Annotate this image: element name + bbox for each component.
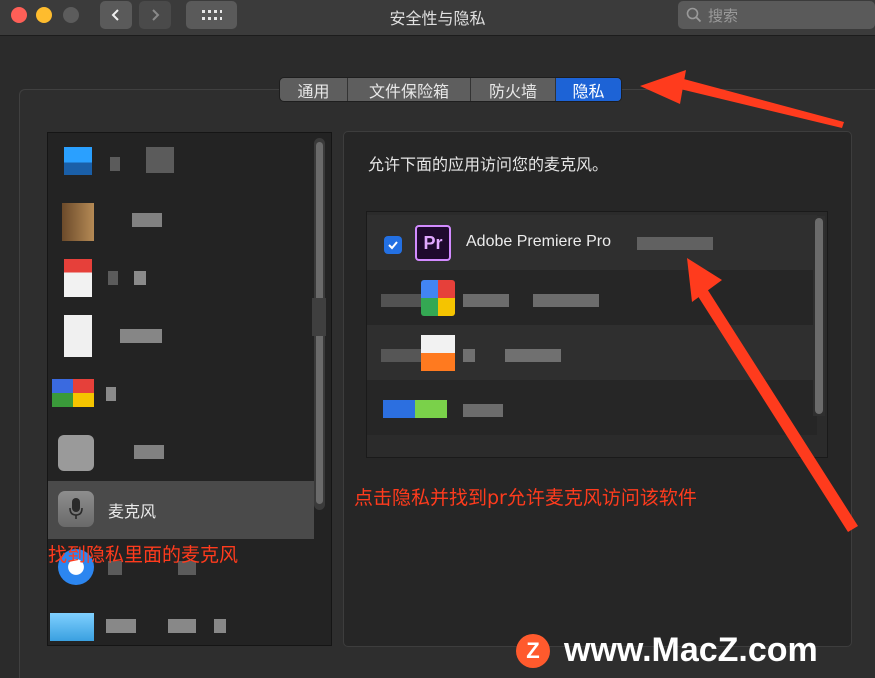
blurred-label (381, 294, 421, 307)
blurred-label (505, 349, 561, 362)
tab-filevault[interactable]: 文件保险箱 (348, 78, 471, 101)
app-row[interactable] (367, 380, 817, 435)
watermark-text: www.MacZ.com (564, 631, 818, 669)
blurred-label (637, 237, 713, 250)
blurred-label (120, 329, 162, 343)
blurred-label (108, 271, 118, 285)
privacy-category-list[interactable]: 麦克风 (47, 132, 332, 646)
tab-bar: 通用 文件保险箱 防火墙 隐私 (279, 77, 622, 102)
annotation-microphone-note: 找到隐私里面的麦克风 (48, 544, 239, 566)
app-row[interactable] (367, 270, 817, 325)
app-icon (64, 315, 92, 357)
annotation-privacy-note: 点击隐私并找到pr允许麦克风访问该软件 (354, 487, 697, 509)
search-placeholder: 搜索 (708, 6, 739, 25)
premiere-pro-icon: Pr (415, 225, 451, 261)
app-list-scrollbar[interactable] (813, 216, 825, 416)
tab-privacy[interactable]: 隐私 (556, 78, 621, 101)
list-item[interactable] (48, 423, 314, 481)
blurred-label (463, 349, 475, 362)
list-item[interactable] (48, 365, 314, 423)
app-icon (64, 147, 92, 175)
blurred-label (214, 619, 226, 633)
blurred-label (106, 387, 116, 401)
microphone-icon (58, 491, 94, 527)
app-icon (383, 400, 447, 418)
tab-firewall[interactable]: 防火墙 (471, 78, 556, 101)
app-icon (64, 259, 92, 297)
watermark: Z www.MacZ.com (516, 631, 818, 670)
tab-general[interactable]: 通用 (280, 78, 348, 101)
app-row-premiere[interactable]: Pr Adobe Premiere Pro (367, 215, 817, 270)
search-input[interactable]: 搜索 (678, 1, 875, 29)
app-icon (421, 280, 455, 316)
app-icon (62, 203, 94, 241)
list-item[interactable] (48, 307, 314, 365)
list-item[interactable] (48, 191, 314, 249)
app-icon (52, 379, 94, 407)
blurred-label (463, 294, 509, 307)
blurred-label (463, 404, 503, 417)
blurred-label (381, 349, 421, 362)
blurred-label (132, 213, 162, 227)
list-item[interactable] (48, 133, 314, 191)
app-permission-list[interactable]: Pr Adobe Premiere Pro (366, 211, 828, 458)
blurred-label (134, 445, 164, 459)
list-item[interactable] (48, 597, 314, 645)
blurred-label (134, 271, 146, 285)
search-icon (686, 7, 702, 23)
app-icon (421, 335, 455, 371)
checkmark-icon (388, 241, 398, 250)
sidebar-item-microphone[interactable]: 麦克风 (48, 481, 314, 539)
title-bar: 安全性与隐私 搜索 (0, 0, 875, 36)
app-icon (50, 613, 94, 641)
blurred-label (168, 619, 196, 633)
blurred-label (533, 294, 599, 307)
permission-description: 允许下面的应用访问您的麦克风。 (368, 155, 609, 174)
blurred-label (106, 619, 136, 633)
app-name: Adobe Premiere Pro (466, 233, 611, 250)
blurred-label (110, 157, 120, 171)
split-handle[interactable] (312, 298, 326, 336)
sidebar-item-label: 麦克风 (108, 502, 157, 521)
app-icon (58, 435, 94, 471)
list-item[interactable] (48, 249, 314, 307)
macz-logo-icon: Z (516, 633, 550, 668)
app-row[interactable] (367, 325, 817, 380)
premiere-permission-checkbox[interactable] (384, 236, 402, 254)
blurred-label (146, 147, 174, 173)
scroll-thumb[interactable] (815, 218, 823, 414)
